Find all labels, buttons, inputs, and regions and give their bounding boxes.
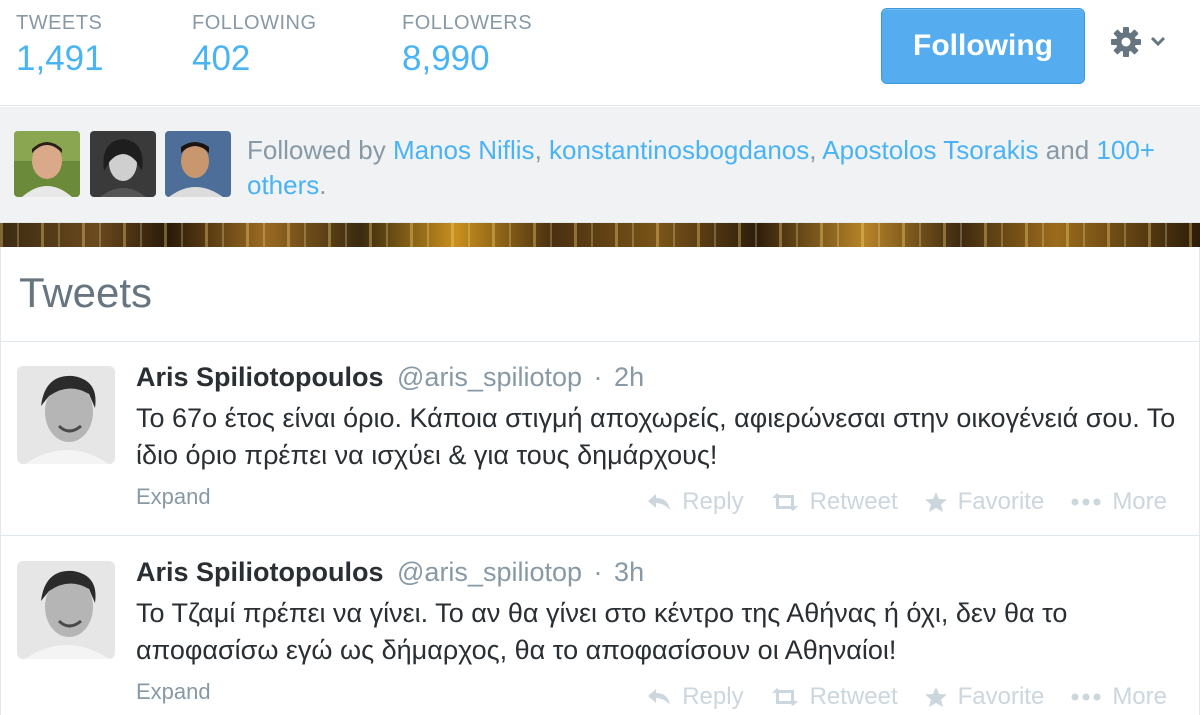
reply-icon xyxy=(648,494,671,510)
favorite-label: Favorite xyxy=(957,683,1045,710)
stat-followers[interactable]: FOLLOWERS 8,990 xyxy=(402,12,532,79)
stat-tweets-value: 1,491 xyxy=(16,39,104,78)
tweet-author-handle[interactable]: @aris_spiliotop xyxy=(397,362,582,392)
separator: , xyxy=(534,135,542,165)
tweet-timestamp[interactable]: 2h xyxy=(614,362,644,392)
stat-following[interactable]: FOLLOWING 402 xyxy=(192,12,317,79)
retweet-icon xyxy=(771,688,798,706)
tweet-text: Το 67ο έτος είναι όριο. Κάποια στιγμή απ… xyxy=(136,403,1176,470)
tweet-avatar[interactable] xyxy=(17,366,115,464)
chevron-down-icon xyxy=(1150,36,1166,47)
tweet-timestamp[interactable]: 3h xyxy=(614,557,644,587)
tweet-author-handle[interactable]: @aris_spiliotop xyxy=(397,557,582,587)
tweet-header: Aris Spiliotopoulos @aris_spiliotop · 3h xyxy=(136,557,644,588)
followed-by-section: Followed by Manos Niflis, konstantinosbo… xyxy=(0,107,1200,223)
following-button[interactable]: Following xyxy=(881,8,1085,84)
tweet-avatar[interactable] xyxy=(17,561,115,659)
favorite-label: Favorite xyxy=(957,488,1045,515)
favorite-button[interactable]: Favorite xyxy=(924,488,1045,516)
more-dots-icon xyxy=(1071,498,1101,506)
followed-by-text: Followed by Manos Niflis, konstantinosbo… xyxy=(247,133,1167,203)
tweet-author-name[interactable]: Aris Spiliotopoulos xyxy=(136,362,384,392)
timeline-title: Tweets xyxy=(19,269,153,316)
period: . xyxy=(319,170,327,200)
more-label: More xyxy=(1112,683,1167,710)
followed-by-prefix: Followed by xyxy=(247,135,386,165)
tweets-timeline: Tweets Aris Spiliotopoulos @aris_spiliot… xyxy=(0,247,1200,715)
follower-link-manos-niflis[interactable]: Manos Niflis xyxy=(393,135,535,165)
tweet[interactable]: Aris Spiliotopoulos @aris_spiliotop · 2h… xyxy=(1,342,1199,536)
follower-avatar[interactable] xyxy=(14,131,80,197)
tweet-author-name[interactable]: Aris Spiliotopoulos xyxy=(136,557,384,587)
separator: , xyxy=(809,135,817,165)
user-actions-dropdown[interactable] xyxy=(1108,22,1174,62)
reply-label: Reply xyxy=(682,488,744,515)
favorite-button[interactable]: Favorite xyxy=(924,683,1045,711)
star-icon xyxy=(924,492,947,512)
retweet-label: Retweet xyxy=(809,488,898,515)
profile-stats-bar: TWEETS 1,491 FOLLOWING 402 FOLLOWERS 8,9… xyxy=(0,0,1200,106)
followed-by-and: and xyxy=(1045,135,1090,165)
follower-link-konstantinosbogdanos[interactable]: konstantinosbogdanos xyxy=(549,135,809,165)
more-dots-icon xyxy=(1071,693,1101,701)
tweet-text: Το Τζαμί πρέπει να γίνει. Το αν θα γίνει… xyxy=(136,598,1068,665)
more-button[interactable]: More xyxy=(1070,683,1167,711)
stat-followers-value: 8,990 xyxy=(402,39,490,78)
retweet-button[interactable]: Retweet xyxy=(770,683,898,711)
follower-link-apostolos-tsorakis[interactable]: Apostolos Tsorakis xyxy=(822,135,1038,165)
follower-avatar[interactable] xyxy=(90,131,156,197)
separator-dot: · xyxy=(593,557,603,587)
reply-button[interactable]: Reply xyxy=(646,488,744,516)
tweet[interactable]: Aris Spiliotopoulos @aris_spiliotop · 3h… xyxy=(1,537,1199,715)
reply-icon xyxy=(648,689,671,705)
expand-link[interactable]: Expand xyxy=(136,484,211,510)
star-icon xyxy=(924,687,947,707)
separator-dot: · xyxy=(593,362,603,392)
reply-label: Reply xyxy=(682,683,744,710)
retweet-button[interactable]: Retweet xyxy=(770,488,898,516)
stat-tweets[interactable]: TWEETS 1,491 xyxy=(16,12,104,79)
stat-following-label: FOLLOWING xyxy=(192,12,317,34)
reply-button[interactable]: Reply xyxy=(646,683,744,711)
stat-following-value: 402 xyxy=(192,39,251,78)
tweet-actions: Reply Retweet Favorite More xyxy=(646,683,1167,711)
tweet-actions: Reply Retweet Favorite More xyxy=(646,488,1167,516)
gear-icon xyxy=(1111,27,1166,57)
expand-link[interactable]: Expand xyxy=(136,679,211,705)
stat-followers-label: FOLLOWERS xyxy=(402,12,533,34)
profile-header-image xyxy=(0,223,1200,247)
stat-tweets-label: TWEETS xyxy=(16,12,103,34)
more-button[interactable]: More xyxy=(1070,488,1167,516)
tweet-header: Aris Spiliotopoulos @aris_spiliotop · 2h xyxy=(136,362,644,393)
retweet-label: Retweet xyxy=(809,683,898,710)
retweet-icon xyxy=(771,493,798,511)
more-label: More xyxy=(1112,488,1167,515)
follower-avatar[interactable] xyxy=(165,131,231,197)
